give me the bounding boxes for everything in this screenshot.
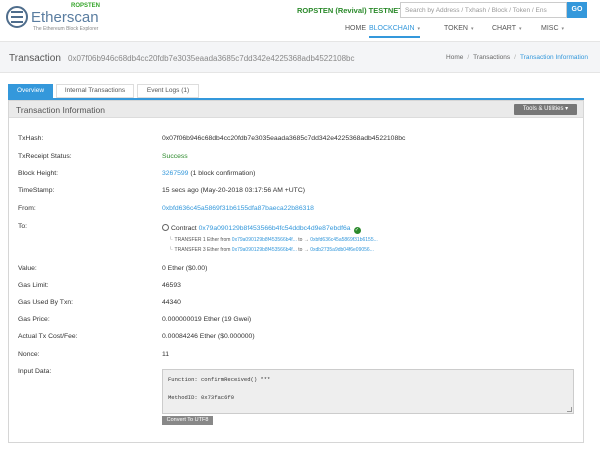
contract-prefix: Contract	[171, 225, 197, 232]
tab-internal-transactions[interactable]: Internal Transactions	[56, 84, 134, 98]
transfer-arrow-icon: └	[169, 247, 173, 253]
value-value: 0 Ether ($0.00)	[162, 265, 208, 272]
transfer-arrow-icon: └	[169, 237, 173, 243]
breadcrumb-transactions[interactable]: Transactions	[473, 54, 510, 61]
timestamp-value: 15 secs ago (May-20-2018 03:17:56 AM +UT…	[162, 187, 305, 194]
transfer-amount: 3 Ether from	[202, 247, 231, 253]
page-titlebar: Transaction 0x07f06b946c68db4cc20fdb7e30…	[0, 41, 600, 73]
breadcrumb: Home / Transactions / Transaction Informatio…	[446, 54, 588, 61]
chevron-down-icon: ▾	[417, 26, 421, 32]
gas-used-value: 44340	[162, 299, 181, 306]
chevron-down-icon: ▾	[518, 26, 522, 32]
nav-home[interactable]: HOME	[345, 24, 366, 38]
transfer-from-link[interactable]: 0x79a090129b8f453566b4f...	[232, 237, 297, 243]
value-label: Value:	[18, 265, 37, 272]
chevron-down-icon: ▾	[561, 26, 565, 32]
gas-price-label: Gas Price:	[18, 316, 50, 323]
arrow-right-icon: →	[303, 237, 309, 243]
breadcrumb-separator: /	[514, 54, 516, 61]
arrow-right-icon: →	[303, 247, 309, 253]
nav-token[interactable]: TOKEN ▾	[444, 24, 474, 38]
status-label: TxReceipt Status:	[18, 153, 72, 160]
logo-network: ROPSTEN	[71, 3, 101, 9]
page-title-hash: 0x07f06b946c68db4cc20fdb7e3035eaada3685c…	[68, 54, 355, 63]
nonce-label: Nonce:	[18, 351, 40, 358]
panel-title: Transaction Information	[16, 105, 105, 115]
contract-address-link[interactable]: 0x79a090129b8f453566b4fc54ddbc4d9e87ebdf…	[199, 225, 351, 232]
from-address-link[interactable]: 0xbfd636c45a5869f31b6155dfa87baeca22b863…	[162, 205, 314, 212]
search-input[interactable]: Search by Address / Txhash / Block / Tok…	[400, 2, 567, 18]
panel-header: Transaction Information Tools & Utilitie…	[9, 101, 583, 118]
nav-chart[interactable]: CHART ▾	[492, 24, 522, 38]
block-height-label: Block Height:	[18, 170, 59, 177]
transfer-row: └ TRANSFER 1 Ether from 0x79a090129b8f453…	[169, 237, 378, 243]
contract-icon	[162, 224, 169, 231]
convert-to-utf8-button[interactable]: Convert To UTF8	[162, 416, 213, 425]
network-badge: ROPSTEN (Revival) TESTNET	[297, 6, 403, 15]
block-height-link[interactable]: 3267599	[162, 170, 188, 177]
tools-utilities-label: Tools & Utilities	[522, 106, 564, 112]
input-method-id: MethodID: 0x73fac6f0	[168, 394, 235, 401]
to-label: To:	[18, 223, 28, 230]
block-confirmations: (1 block confirmation)	[190, 170, 256, 177]
breadcrumb-current: Transaction Information	[519, 54, 588, 61]
transfer-to-link[interactable]: 0xbfd636c45a5869f31b6155...	[310, 237, 378, 243]
tx-fee-label: Actual Tx Cost/Fee:	[18, 333, 78, 340]
gas-limit-value: 46593	[162, 282, 181, 289]
nav-chart-label: CHART	[492, 25, 516, 32]
transfer-to-label: to	[298, 247, 303, 253]
transfer-from-link[interactable]: 0x79a090129b8f453566b4f...	[232, 247, 297, 253]
tab-event-logs[interactable]: Event Logs (1)	[137, 84, 199, 98]
nav-blockchain-label: BLOCKCHAIN	[369, 25, 415, 32]
go-button[interactable]: GO	[567, 2, 587, 18]
chevron-down-icon: ▾	[471, 26, 474, 32]
timestamp-label: TimeStamp:	[18, 187, 55, 194]
breadcrumb-separator: /	[467, 54, 470, 61]
nonce-value: 11	[162, 351, 170, 358]
breadcrumb-home[interactable]: Home	[446, 54, 463, 61]
tools-utilities-button[interactable]: Tools & Utilities ▾	[514, 104, 577, 115]
nav-misc-label: MISC	[541, 25, 559, 32]
input-data-textarea[interactable]: Function: confirmReceived() *** MethodID…	[162, 369, 574, 414]
to-value: Contract 0x79a090129b8f453566b4fc54ddbc4…	[162, 224, 361, 234]
page-title: Transaction	[9, 53, 61, 64]
transaction-info-panel: Transaction Information Tools & Utilitie…	[8, 100, 584, 443]
nav-blockchain[interactable]: BLOCKCHAIN ▾	[369, 24, 421, 38]
input-function: Function: confirmReceived() ***	[168, 376, 271, 383]
verified-check-icon: ✓	[353, 227, 361, 234]
chevron-down-icon: ▾	[565, 106, 569, 112]
resize-handle-icon[interactable]	[567, 407, 572, 412]
header: Etherscan ROPSTEN The Ethereum Block Exp…	[0, 0, 600, 38]
transfer-row: └ TRANSFER 3 Ether from 0x79a090129b8f453…	[169, 247, 374, 253]
etherscan-logo[interactable]: Etherscan ROPSTEN The Ethereum Block Exp…	[6, 2, 111, 34]
nav-misc[interactable]: MISC ▾	[541, 24, 564, 38]
tab-overview[interactable]: Overview	[8, 84, 53, 98]
nav-token-label: TOKEN	[444, 25, 468, 32]
from-label: From:	[18, 205, 36, 212]
etherscan-logo-icon	[6, 6, 28, 28]
transfer-prefix: TRANSFER	[174, 237, 202, 243]
gas-price-value: 0.000000019 Ether (19 Gwei)	[162, 316, 252, 323]
transfer-amount: 1 Ether from	[202, 237, 231, 243]
input-data-label: Input Data:	[18, 368, 52, 375]
tx-fee-value: 0.00084246 Ether ($0.000000)	[162, 333, 255, 340]
gas-used-label: Gas Used By Txn:	[18, 299, 74, 306]
logo-name: Etherscan	[31, 9, 99, 26]
txhash-label: TxHash:	[18, 135, 44, 142]
transfer-prefix: TRANSFER	[174, 247, 202, 253]
transfer-to-label: to	[298, 237, 303, 243]
gas-limit-label: Gas Limit:	[18, 282, 49, 289]
txhash-value: 0x07f06b946c68db4cc20fdb7e3035eaada3685c…	[162, 135, 406, 142]
transfer-to-link[interactable]: 0xdb2735a9db04f6e09056...	[310, 247, 374, 253]
block-height-value: 3267599 (1 block confirmation)	[162, 170, 255, 177]
logo-tagline: The Ethereum Block Explorer	[33, 26, 99, 32]
status-value: Success	[162, 153, 188, 160]
